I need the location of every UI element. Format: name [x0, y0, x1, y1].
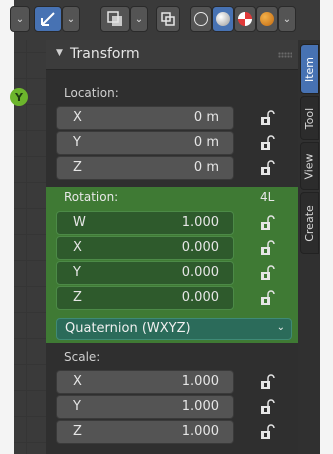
drag-grip-icon[interactable]	[278, 52, 292, 58]
chevron-down-icon: ⌄	[276, 322, 285, 333]
scale-x-field[interactable]: X 1.000	[56, 370, 234, 394]
field-value: 1.000	[181, 424, 219, 439]
field-value: 0 m	[193, 110, 219, 125]
xray-icon	[161, 12, 175, 26]
view-menu-button[interactable]: ⌄	[10, 6, 30, 32]
field-value: 1.000	[181, 215, 219, 230]
scale-label: Scale:	[64, 350, 101, 364]
location-y-field[interactable]: Y 0 m	[56, 131, 234, 155]
material-shading-icon	[238, 12, 252, 26]
field-axis-label: Y	[73, 265, 81, 280]
field-axis-label: Z	[73, 424, 82, 439]
chevron-down-icon: ⌄	[15, 13, 25, 25]
solid-shading-button[interactable]	[212, 6, 234, 32]
unlock-icon[interactable]	[260, 374, 276, 390]
chevron-down-icon: ⌄	[134, 13, 144, 25]
left-margin	[0, 0, 14, 454]
tab-view[interactable]: View	[300, 142, 319, 190]
rotation-mode-dropdown[interactable]: Quaternion (WXYZ) ⌄	[56, 318, 292, 340]
rotation-z-field[interactable]: Z 0.000	[56, 286, 234, 310]
field-axis-label: Y	[73, 399, 81, 414]
rotation-w-field[interactable]: W 1.000	[56, 211, 234, 235]
y-axis-gizmo-icon[interactable]: Y	[10, 88, 28, 106]
panel-header[interactable]: ▼ Transform	[46, 40, 298, 70]
overlay-icon	[107, 11, 122, 26]
unlock-icon[interactable]	[260, 240, 276, 256]
rendered-shading-icon	[260, 12, 274, 26]
scale-y-field[interactable]: Y 1.000	[56, 395, 234, 419]
unlock-icon[interactable]	[260, 265, 276, 281]
solid-shading-icon	[216, 12, 230, 26]
overlays-dropdown-button[interactable]: ⌄	[130, 6, 148, 32]
field-value: 0.000	[181, 290, 219, 305]
field-value: 1.000	[181, 374, 219, 389]
field-value: 0 m	[193, 160, 219, 175]
rotation-label: Rotation:	[64, 190, 119, 204]
unlock-icon[interactable]	[260, 215, 276, 231]
gizmo-dropdown-button[interactable]: ⌄	[62, 6, 80, 32]
overlays-toggle-button[interactable]	[100, 6, 130, 32]
rotation-x-field[interactable]: X 0.000	[56, 236, 234, 260]
gizmo-toggle-button[interactable]	[34, 6, 62, 32]
xray-toggle-button[interactable]	[156, 6, 180, 32]
transform-gizmo-icon	[41, 12, 55, 26]
tab-create[interactable]: Create	[300, 192, 319, 254]
wireframe-shading-button[interactable]	[190, 6, 212, 32]
unlock-icon[interactable]	[260, 160, 276, 176]
rotation-mode-value: Quaternion (WXYZ)	[65, 321, 191, 336]
viewport-header: ⌄ ⌄ ⌄ ⌄	[10, 0, 320, 40]
unlock-icon[interactable]	[260, 290, 276, 306]
field-value: 1.000	[181, 399, 219, 414]
location-label: Location:	[64, 86, 119, 100]
scale-z-field[interactable]: Z 1.000	[56, 420, 234, 444]
tab-tool[interactable]: Tool	[300, 96, 319, 140]
sidebar-tabs: Item Tool View Create	[298, 40, 320, 454]
field-axis-label: X	[73, 374, 82, 389]
unlock-icon[interactable]	[260, 135, 276, 151]
field-axis-label: Z	[73, 160, 82, 175]
location-z-field[interactable]: Z 0 m	[56, 156, 234, 180]
chevron-down-icon: ⌄	[282, 13, 292, 25]
right-margin	[320, 0, 333, 454]
collapse-triangle-icon[interactable]: ▼	[56, 48, 63, 58]
field-axis-label: X	[73, 110, 82, 125]
chevron-down-icon: ⌄	[66, 13, 76, 25]
unlock-icon[interactable]	[260, 424, 276, 440]
material-shading-button[interactable]	[234, 6, 256, 32]
rendered-shading-button[interactable]	[256, 6, 278, 32]
unlock-icon[interactable]	[260, 110, 276, 126]
wireframe-shading-icon	[194, 12, 208, 26]
rotation-keyed-label: 4L	[260, 190, 275, 204]
field-axis-label: Y	[73, 135, 81, 150]
unlock-icon[interactable]	[260, 399, 276, 415]
location-x-field[interactable]: X 0 m	[56, 106, 234, 130]
panel-title: Transform	[70, 46, 140, 62]
rotation-y-field[interactable]: Y 0.000	[56, 261, 234, 285]
tab-label: Item	[303, 56, 317, 82]
field-value: 0.000	[181, 265, 219, 280]
field-value: 0 m	[193, 135, 219, 150]
tab-item[interactable]: Item	[300, 44, 319, 94]
tab-label: Tool	[303, 107, 316, 129]
shading-dropdown-button[interactable]: ⌄	[278, 6, 296, 32]
field-axis-label: W	[73, 215, 86, 230]
field-axis-label: X	[73, 240, 82, 255]
field-value: 0.000	[181, 240, 219, 255]
transform-panel: ▼ Transform Location: X 0 m Y 0 m Z 0 m …	[46, 40, 298, 454]
field-axis-label: Z	[73, 290, 82, 305]
tab-label: View	[303, 152, 317, 180]
tab-label: Create	[303, 204, 316, 242]
